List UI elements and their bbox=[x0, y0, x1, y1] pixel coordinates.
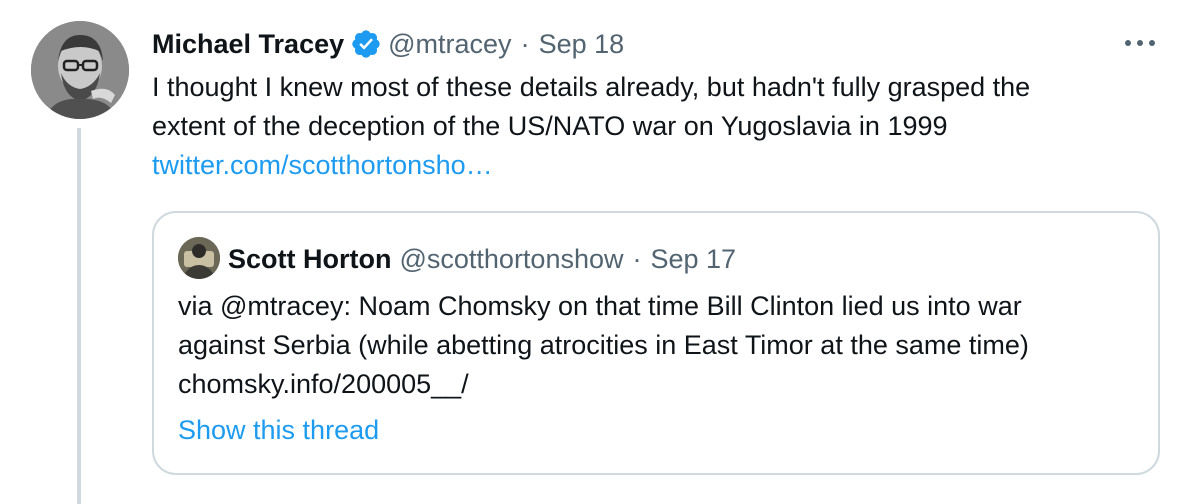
quoted-header-separator: · bbox=[632, 243, 642, 274]
quoted-tweet-date[interactable]: Sep 17 bbox=[651, 244, 737, 275]
verified-badge-icon bbox=[350, 28, 382, 60]
more-options-icon[interactable] bbox=[1118, 28, 1162, 58]
tweet-text: I thought I knew most of these details a… bbox=[152, 68, 1162, 185]
quoted-text-line: chomsky.info/200005__/ bbox=[178, 369, 469, 399]
tweet-date[interactable]: Sep 18 bbox=[539, 29, 625, 60]
tweet-text-line: I thought I knew most of these details a… bbox=[152, 72, 1031, 102]
tweet-text-line: extent of the deception of the US/NATO w… bbox=[152, 111, 948, 141]
quoted-text-line: via @mtracey: Noam Chomsky on that time … bbox=[178, 291, 1022, 321]
quoted-tweet-card[interactable]: Scott Horton @scotthortonshow · Sep 17 v… bbox=[152, 211, 1160, 475]
quoted-author-name[interactable]: Scott Horton bbox=[228, 244, 391, 275]
author-handle[interactable]: @mtracey bbox=[388, 29, 511, 60]
show-this-thread-link[interactable]: Show this thread bbox=[178, 415, 379, 446]
author-name[interactable]: Michael Tracey bbox=[152, 29, 344, 60]
quoted-text-line: against Serbia (while abetting atrocitie… bbox=[178, 330, 1029, 360]
tweet: Michael Tracey @mtracey · Sep 18 I thoug… bbox=[0, 0, 1190, 504]
tweet-header: Michael Tracey @mtracey · Sep 18 bbox=[152, 24, 624, 64]
author-avatar[interactable] bbox=[31, 21, 129, 119]
quoted-author-avatar[interactable] bbox=[178, 237, 220, 279]
quoted-tweet-text: via @mtracey: Noam Chomsky on that time … bbox=[178, 287, 1138, 404]
thread-connector-line bbox=[77, 128, 81, 504]
header-separator: · bbox=[520, 28, 530, 59]
quoted-tweet-header: Scott Horton @scotthortonshow · Sep 17 bbox=[228, 239, 736, 279]
quoted-author-handle[interactable]: @scotthortonshow bbox=[399, 244, 623, 275]
tweet-link[interactable]: twitter.com/scotthortonsho… bbox=[152, 146, 1162, 185]
